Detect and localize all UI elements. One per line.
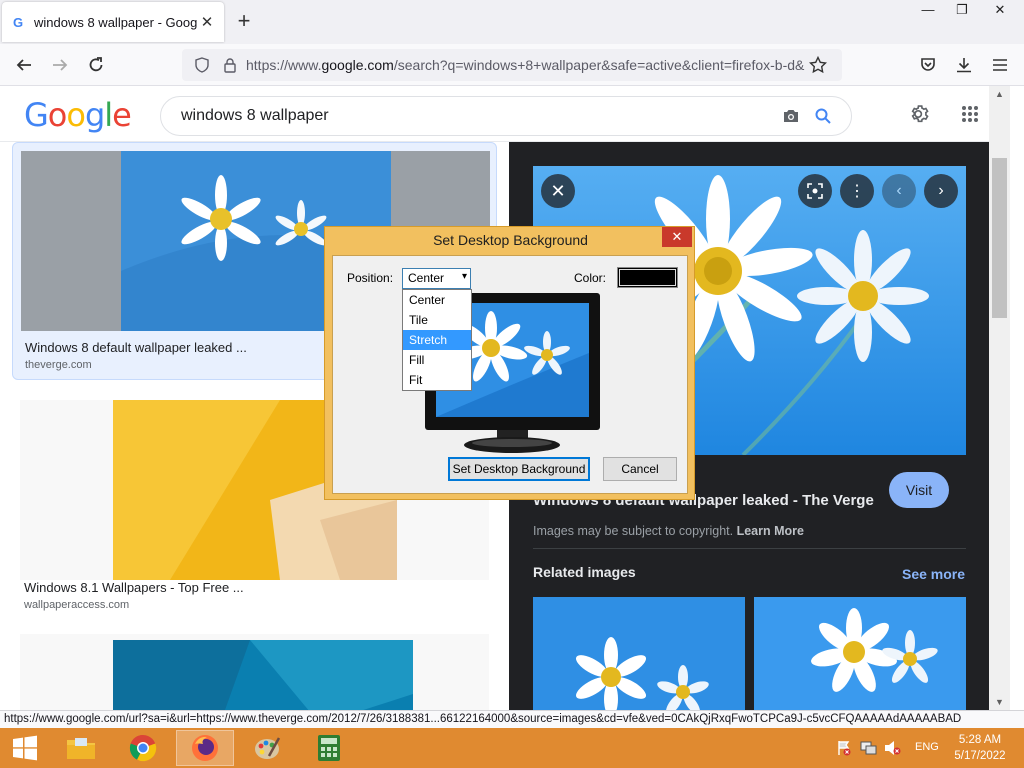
result-title[interactable]: Windows 8.1 Wallpapers - Top Free ... [24, 580, 244, 595]
related-image[interactable] [754, 597, 966, 710]
lens-search-icon[interactable] [798, 174, 832, 208]
search-input[interactable] [181, 107, 775, 125]
action-center-flag-icon[interactable] [836, 740, 852, 759]
result-card[interactable] [12, 634, 497, 710]
close-preview-icon[interactable]: ✕ [541, 174, 575, 208]
related-image[interactable] [533, 597, 745, 710]
position-option-tile[interactable]: Tile [403, 310, 471, 330]
related-images-heading: Related images [533, 564, 636, 580]
previous-image-icon[interactable]: ‹ [882, 174, 916, 208]
dialog-title: Set Desktop Background [433, 232, 588, 248]
dialog-body: Position: Center ▾ Color: Center Tile St… [332, 255, 688, 494]
chrome-browser-icon[interactable] [114, 730, 172, 766]
navigation-toolbar: https://www.google.com/search?q=windows+… [0, 44, 1024, 86]
position-option-fit[interactable]: Fit [403, 370, 471, 390]
close-window-button[interactable]: ✕ [984, 0, 1016, 22]
link-status-bar: https://www.google.com/url?sa=i&url=http… [0, 710, 1024, 728]
calculator-icon[interactable] [300, 730, 358, 766]
set-desktop-background-dialog: Set Desktop Background ✕ Position: Cente… [324, 226, 695, 500]
search-box[interactable] [160, 96, 852, 136]
dialog-close-button[interactable]: ✕ [662, 227, 692, 247]
address-bar[interactable]: https://www.google.com/search?q=windows+… [182, 49, 842, 81]
position-option-stretch[interactable]: Stretch [403, 330, 471, 350]
search-icon[interactable] [807, 100, 839, 132]
bookmark-star-icon[interactable] [806, 53, 830, 77]
settings-gear-icon[interactable] [904, 98, 936, 130]
color-label: Color: [574, 271, 607, 285]
copyright-notice: Images may be subject to copyright. Lear… [533, 524, 804, 538]
menu-hamburger-icon[interactable] [986, 52, 1014, 78]
scroll-up-icon[interactable]: ▲ [989, 86, 1010, 102]
position-selected-value: Center [408, 271, 445, 285]
result-source[interactable]: wallpaperaccess.com [24, 599, 129, 611]
new-tab-button[interactable]: + [232, 10, 256, 34]
volume-muted-icon[interactable] [884, 740, 902, 759]
system-clock[interactable]: 5:28 AM 5/17/2022 [950, 732, 1010, 764]
windows-taskbar: ENG 5:28 AM 5/17/2022 [0, 728, 1024, 768]
forward-arrow-icon[interactable] [46, 52, 74, 78]
google-header: Google [0, 86, 1010, 142]
tab-title: windows 8 wallpaper - Google S [34, 14, 198, 30]
clock-time: 5:28 AM [958, 734, 1002, 746]
browser-tab[interactable]: G windows 8 wallpaper - Google S ✕ [2, 2, 224, 42]
color-picker-button[interactable] [617, 267, 678, 288]
minimize-button[interactable]: — [912, 0, 944, 22]
position-select[interactable]: Center ▾ [402, 268, 471, 289]
google-logo[interactable]: Google [24, 96, 132, 134]
set-desktop-background-button[interactable]: Set Desktop Background [448, 457, 590, 481]
divider [533, 548, 966, 549]
more-options-icon[interactable]: ⋮ [840, 174, 874, 208]
result-thumbnail[interactable] [20, 634, 489, 710]
next-image-icon[interactable]: › [924, 174, 958, 208]
tab-strip: G windows 8 wallpaper - Google S ✕ + — ❐… [0, 0, 1024, 44]
cancel-button[interactable]: Cancel [603, 457, 677, 481]
result-source[interactable]: theverge.com [25, 359, 92, 371]
reload-icon[interactable] [82, 52, 110, 78]
scroll-down-icon[interactable]: ▼ [989, 694, 1010, 710]
visit-button[interactable]: Visit [889, 472, 949, 508]
position-option-center[interactable]: Center [403, 290, 471, 310]
back-arrow-icon[interactable] [10, 52, 38, 78]
result-title[interactable]: Windows 8 default wallpaper leaked ... [25, 340, 247, 355]
camera-search-icon[interactable] [775, 100, 807, 132]
scrollbar-thumb[interactable] [992, 158, 1007, 318]
chevron-down-icon: ▾ [461, 271, 467, 282]
restore-button[interactable]: ❐ [946, 0, 978, 22]
position-label: Position: [347, 271, 394, 285]
network-icon[interactable] [860, 740, 878, 759]
clock-date: 5/17/2022 [954, 750, 1006, 762]
apps-grid-icon[interactable] [954, 98, 986, 130]
vertical-scrollbar[interactable]: ▲ ▼ [989, 86, 1010, 710]
paint-app-icon[interactable] [238, 730, 296, 766]
position-dropdown-list: Center Tile Stretch Fill Fit [402, 289, 472, 391]
position-option-fill[interactable]: Fill [403, 350, 471, 370]
close-tab-icon[interactable]: ✕ [198, 13, 216, 31]
file-explorer-icon[interactable] [52, 730, 110, 766]
pocket-icon[interactable] [914, 52, 942, 78]
downloads-icon[interactable] [950, 52, 978, 78]
input-language[interactable]: ENG [915, 741, 939, 753]
see-more-link[interactable]: See more [902, 566, 965, 582]
learn-more-link[interactable]: Learn More [737, 524, 804, 538]
tracking-shield-icon[interactable] [190, 53, 214, 77]
lock-icon[interactable] [218, 53, 242, 77]
url-text: https://www.google.com/search?q=windows+… [246, 57, 805, 73]
start-windows-icon[interactable] [0, 730, 50, 766]
google-favicon-icon: G [12, 14, 24, 30]
firefox-browser-icon[interactable] [176, 730, 234, 766]
